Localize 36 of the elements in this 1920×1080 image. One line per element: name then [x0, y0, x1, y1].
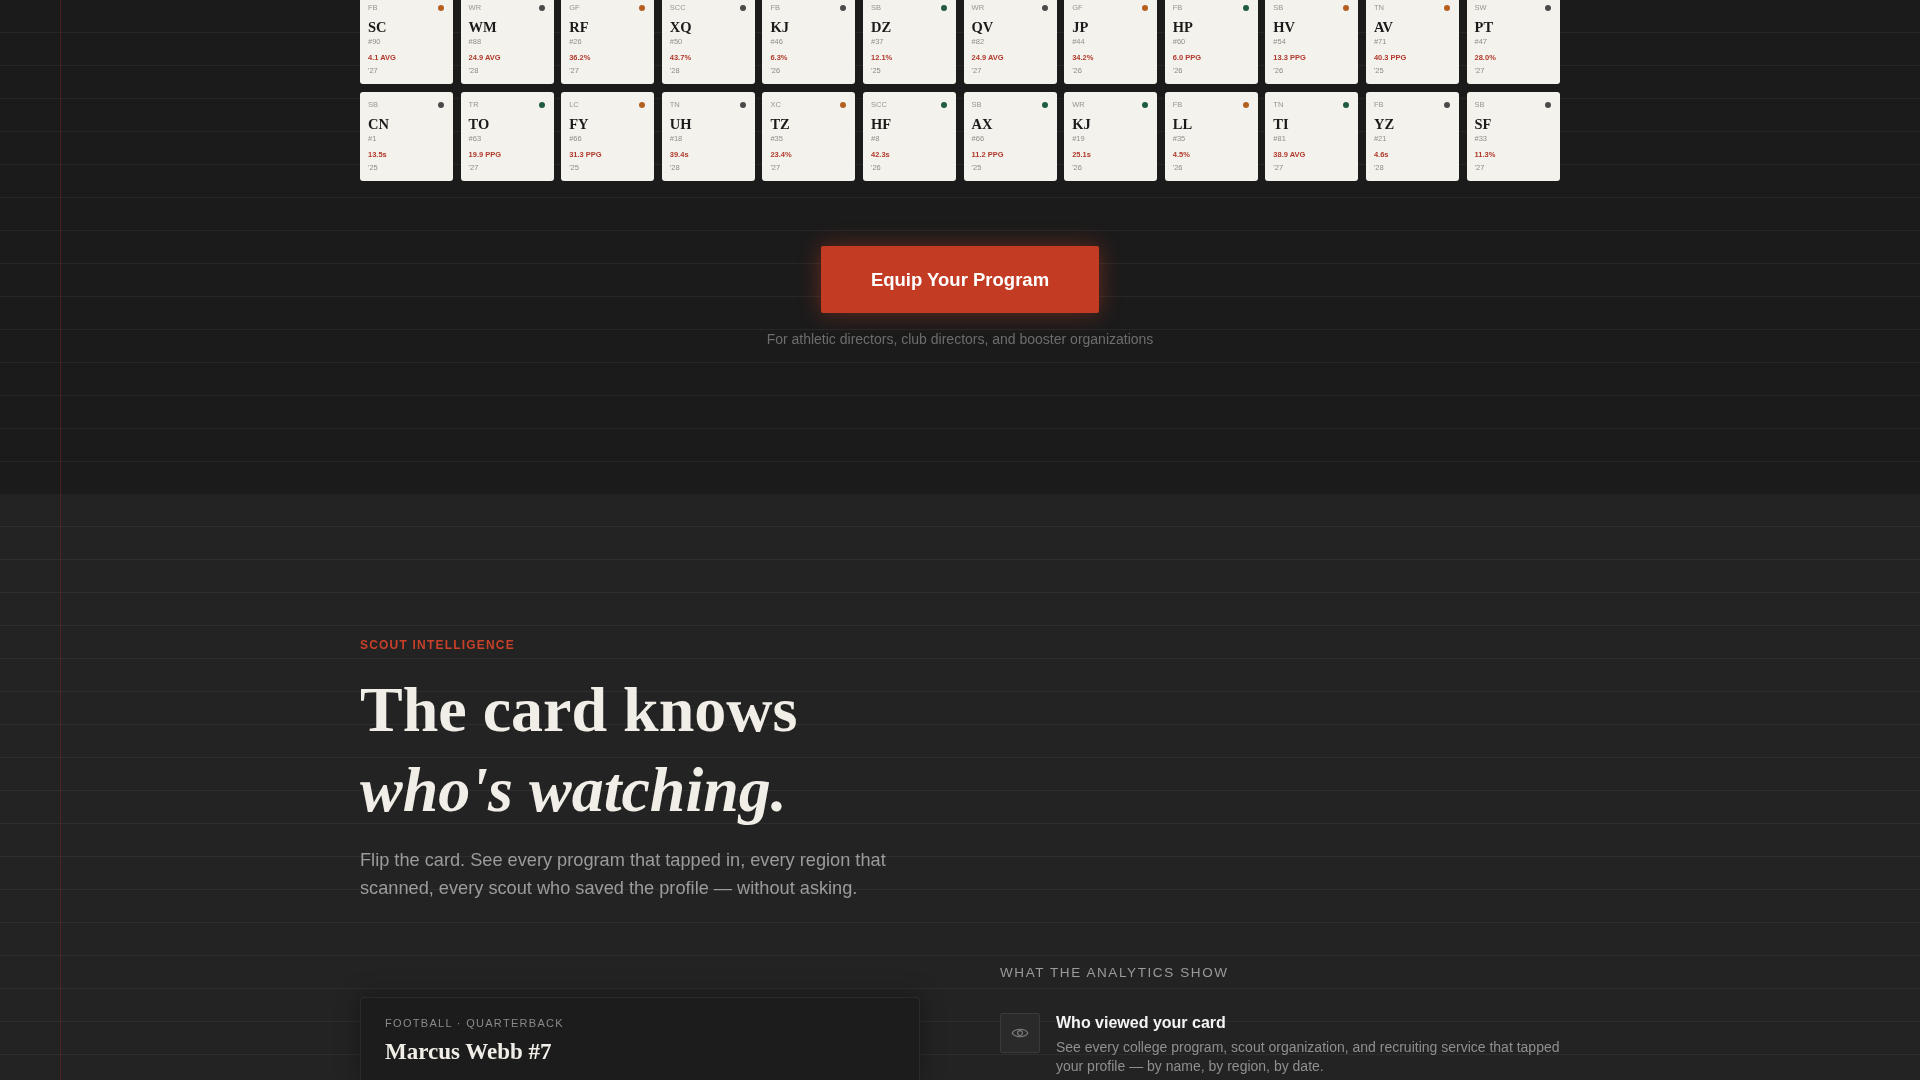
player-initials: RF	[569, 18, 589, 36]
feature-description: See every college program, scout organization, and recruiting service that tapped your profile — by name, by region, by date.	[1056, 1038, 1560, 1076]
section-body-text: Flip the card. See every program that tapped in, every region that scanned, every scout who saved the profile — without asking.	[360, 849, 887, 900]
player-initials: XQ	[669, 18, 692, 36]
player-initials: SF	[1474, 115, 1492, 133]
player-initials: KJ	[770, 18, 789, 36]
player-initials: LL	[1172, 115, 1193, 133]
player-initials: DZ	[870, 18, 892, 36]
feature-title: Who viewed your card	[1056, 1013, 1227, 1033]
player-name: Marcus Webb #7	[385, 1038, 553, 1066]
player-initials: KJ	[1072, 115, 1091, 133]
section-heading: The card knows	[360, 673, 799, 747]
player-initials: WM	[468, 18, 497, 36]
section-eyebrow: SCOUT INTELLIGENCE	[360, 638, 516, 653]
player-initials: AX	[971, 115, 993, 133]
player-initials: CN	[368, 115, 389, 133]
player-initials: TZ	[770, 115, 790, 133]
player-initials: UH	[669, 115, 692, 133]
player-initials: TO	[468, 115, 490, 133]
player-initials: JP	[1072, 18, 1089, 36]
player-initials: HP	[1172, 18, 1193, 36]
section-heading-emphasis: who's watching.	[360, 753, 788, 827]
player-initials: YZ	[1373, 115, 1395, 133]
player-initials: PT	[1474, 18, 1494, 36]
player-initials: AV	[1373, 18, 1393, 36]
sport-position-label: FOOTBALL · QUARTERBACK	[385, 1016, 565, 1030]
cta-note: For athletic directors, club directors, and booster organizations	[766, 331, 1154, 348]
player-initials: SC	[368, 18, 387, 36]
player-initials: HF	[870, 115, 892, 133]
player-initials: TI	[1273, 115, 1289, 133]
equip-program-button[interactable]: Equip Your Program	[821, 246, 1099, 313]
eye-icon	[1000, 1013, 1040, 1053]
player-initials: FY	[569, 115, 589, 133]
analytics-heading: WHAT THE ANALYTICS SHOW	[1000, 964, 1230, 981]
player-initials: HV	[1273, 18, 1296, 36]
player-initials: QV	[971, 18, 994, 36]
